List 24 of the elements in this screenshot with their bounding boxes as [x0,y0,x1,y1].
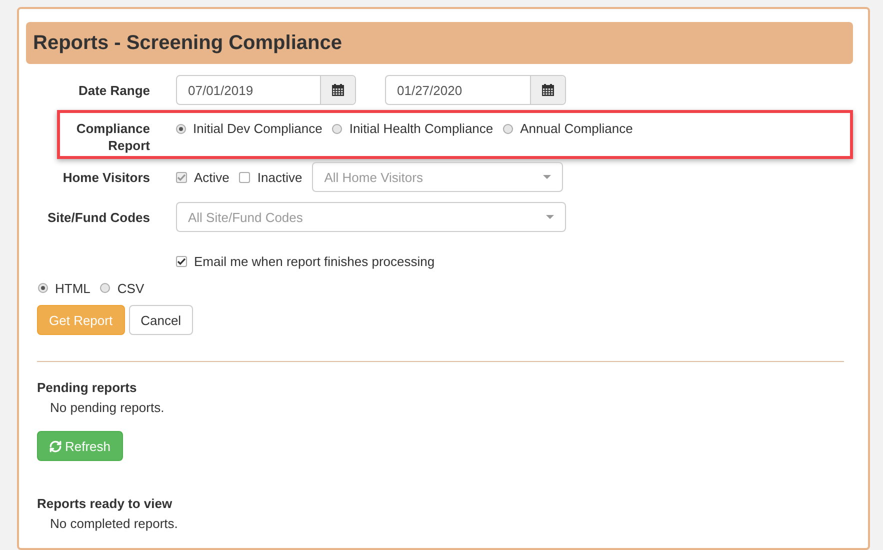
refresh-button[interactable]: Refresh [37,431,123,461]
end-date-field[interactable]: 01/27/2020 [385,75,566,105]
status-message: No completed reports. [50,516,179,531]
report-button[interactable]: Cancel [128,305,194,335]
home-visitors-select[interactable]: All Home Visitors [312,162,564,192]
section-heading: Pending reports [37,380,138,395]
field-label: Site/Fund Codes [46,210,150,224]
section-heading: Reports ready to view [37,496,174,511]
checkbox-label: Inactive [257,170,302,184]
radio-label: Annual Compliance [520,121,633,136]
radio-label: CSV [117,280,144,296]
field-label: Home Visitors [62,170,150,184]
radio-label: Initial Health Compliance [349,121,494,136]
site-codes-select[interactable]: All Site/Fund Codes [176,202,566,232]
start-date-field[interactable]: 07/01/2019 [176,75,356,105]
page-title: Reports - Screening Compliance [26,22,853,64]
checkbox-label: Active [194,170,230,184]
field-label: Date Range [77,82,150,98]
checkbox-label: Email me when report finishes processing [194,254,435,268]
report-button[interactable]: Get Report [37,305,125,335]
field-label: Compliance Report [75,120,150,154]
radio-label: HTML [55,280,90,296]
status-message: No pending reports. [50,400,166,415]
radio-label: Initial Dev Compliance [193,121,322,136]
